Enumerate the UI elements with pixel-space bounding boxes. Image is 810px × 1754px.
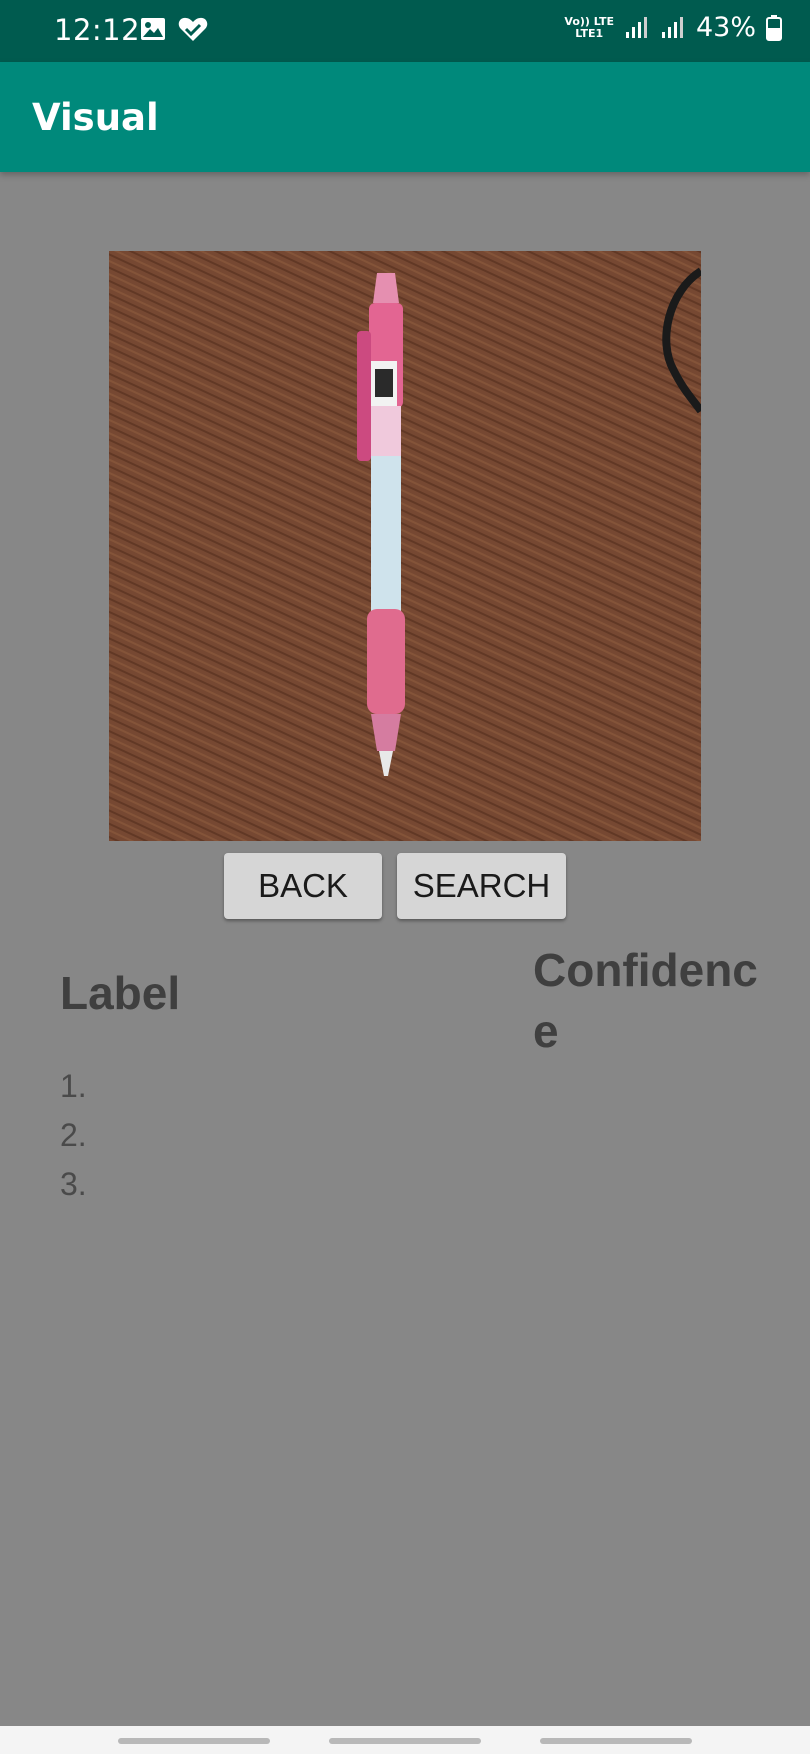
- signal-icon: [661, 16, 683, 38]
- back-button[interactable]: BACK: [224, 853, 382, 919]
- status-bar: 12:12 Vo)) LTE LTE1 43%: [0, 0, 810, 62]
- battery-percentage: 43%: [695, 12, 756, 43]
- status-system-icons: Vo)) LTE LTE1 43%: [564, 12, 782, 43]
- home-handle[interactable]: [329, 1738, 481, 1744]
- status-notification-icons: [140, 16, 208, 42]
- app-bar: Visual: [0, 62, 810, 172]
- recent-apps-handle[interactable]: [118, 1738, 270, 1744]
- label-heading: Label: [60, 967, 181, 1019]
- gallery-icon: [141, 18, 165, 40]
- pen-photo: [109, 251, 701, 841]
- back-handle[interactable]: [540, 1738, 692, 1744]
- list-item: 3.: [60, 1166, 87, 1202]
- health-icon: [178, 17, 208, 41]
- signal-icon: [625, 16, 647, 38]
- search-button[interactable]: SEARCH: [397, 853, 566, 919]
- status-time: 12:12: [54, 13, 141, 47]
- result-list: 1. 2. 3.: [60, 1062, 87, 1209]
- volte-indicator: Vo)) LTE LTE1: [564, 14, 614, 40]
- list-item: 1.: [60, 1068, 87, 1104]
- captured-photo: [109, 251, 701, 841]
- app-title: Visual: [32, 96, 159, 139]
- battery-icon: [766, 14, 782, 41]
- list-item: 2.: [60, 1117, 87, 1153]
- gesture-nav-bar: [0, 1726, 810, 1754]
- confidence-heading: Confidence: [533, 944, 758, 1057]
